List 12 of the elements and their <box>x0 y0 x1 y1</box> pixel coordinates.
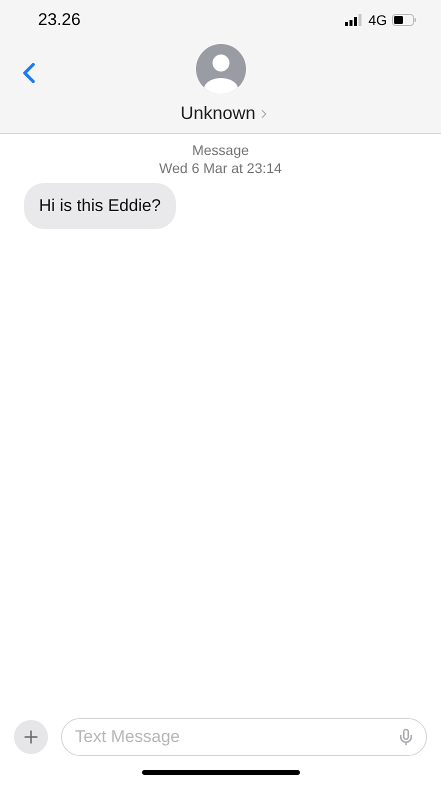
avatar-icon <box>196 44 246 94</box>
add-button[interactable] <box>14 720 48 754</box>
contact-name-button[interactable]: Unknown <box>170 100 271 127</box>
service-label: Message <box>192 141 249 159</box>
signal-icon <box>345 14 364 26</box>
microphone-icon[interactable] <box>397 728 415 746</box>
network-label: 4G <box>368 10 387 30</box>
battery-icon <box>392 14 417 26</box>
message-field[interactable]: Text Message <box>61 718 427 756</box>
status-time: 23.26 <box>38 9 81 32</box>
message-timestamp: Wed 6 Mar at 23:14 <box>159 159 282 177</box>
message-bubble: Hi is this Eddie? <box>24 183 176 228</box>
